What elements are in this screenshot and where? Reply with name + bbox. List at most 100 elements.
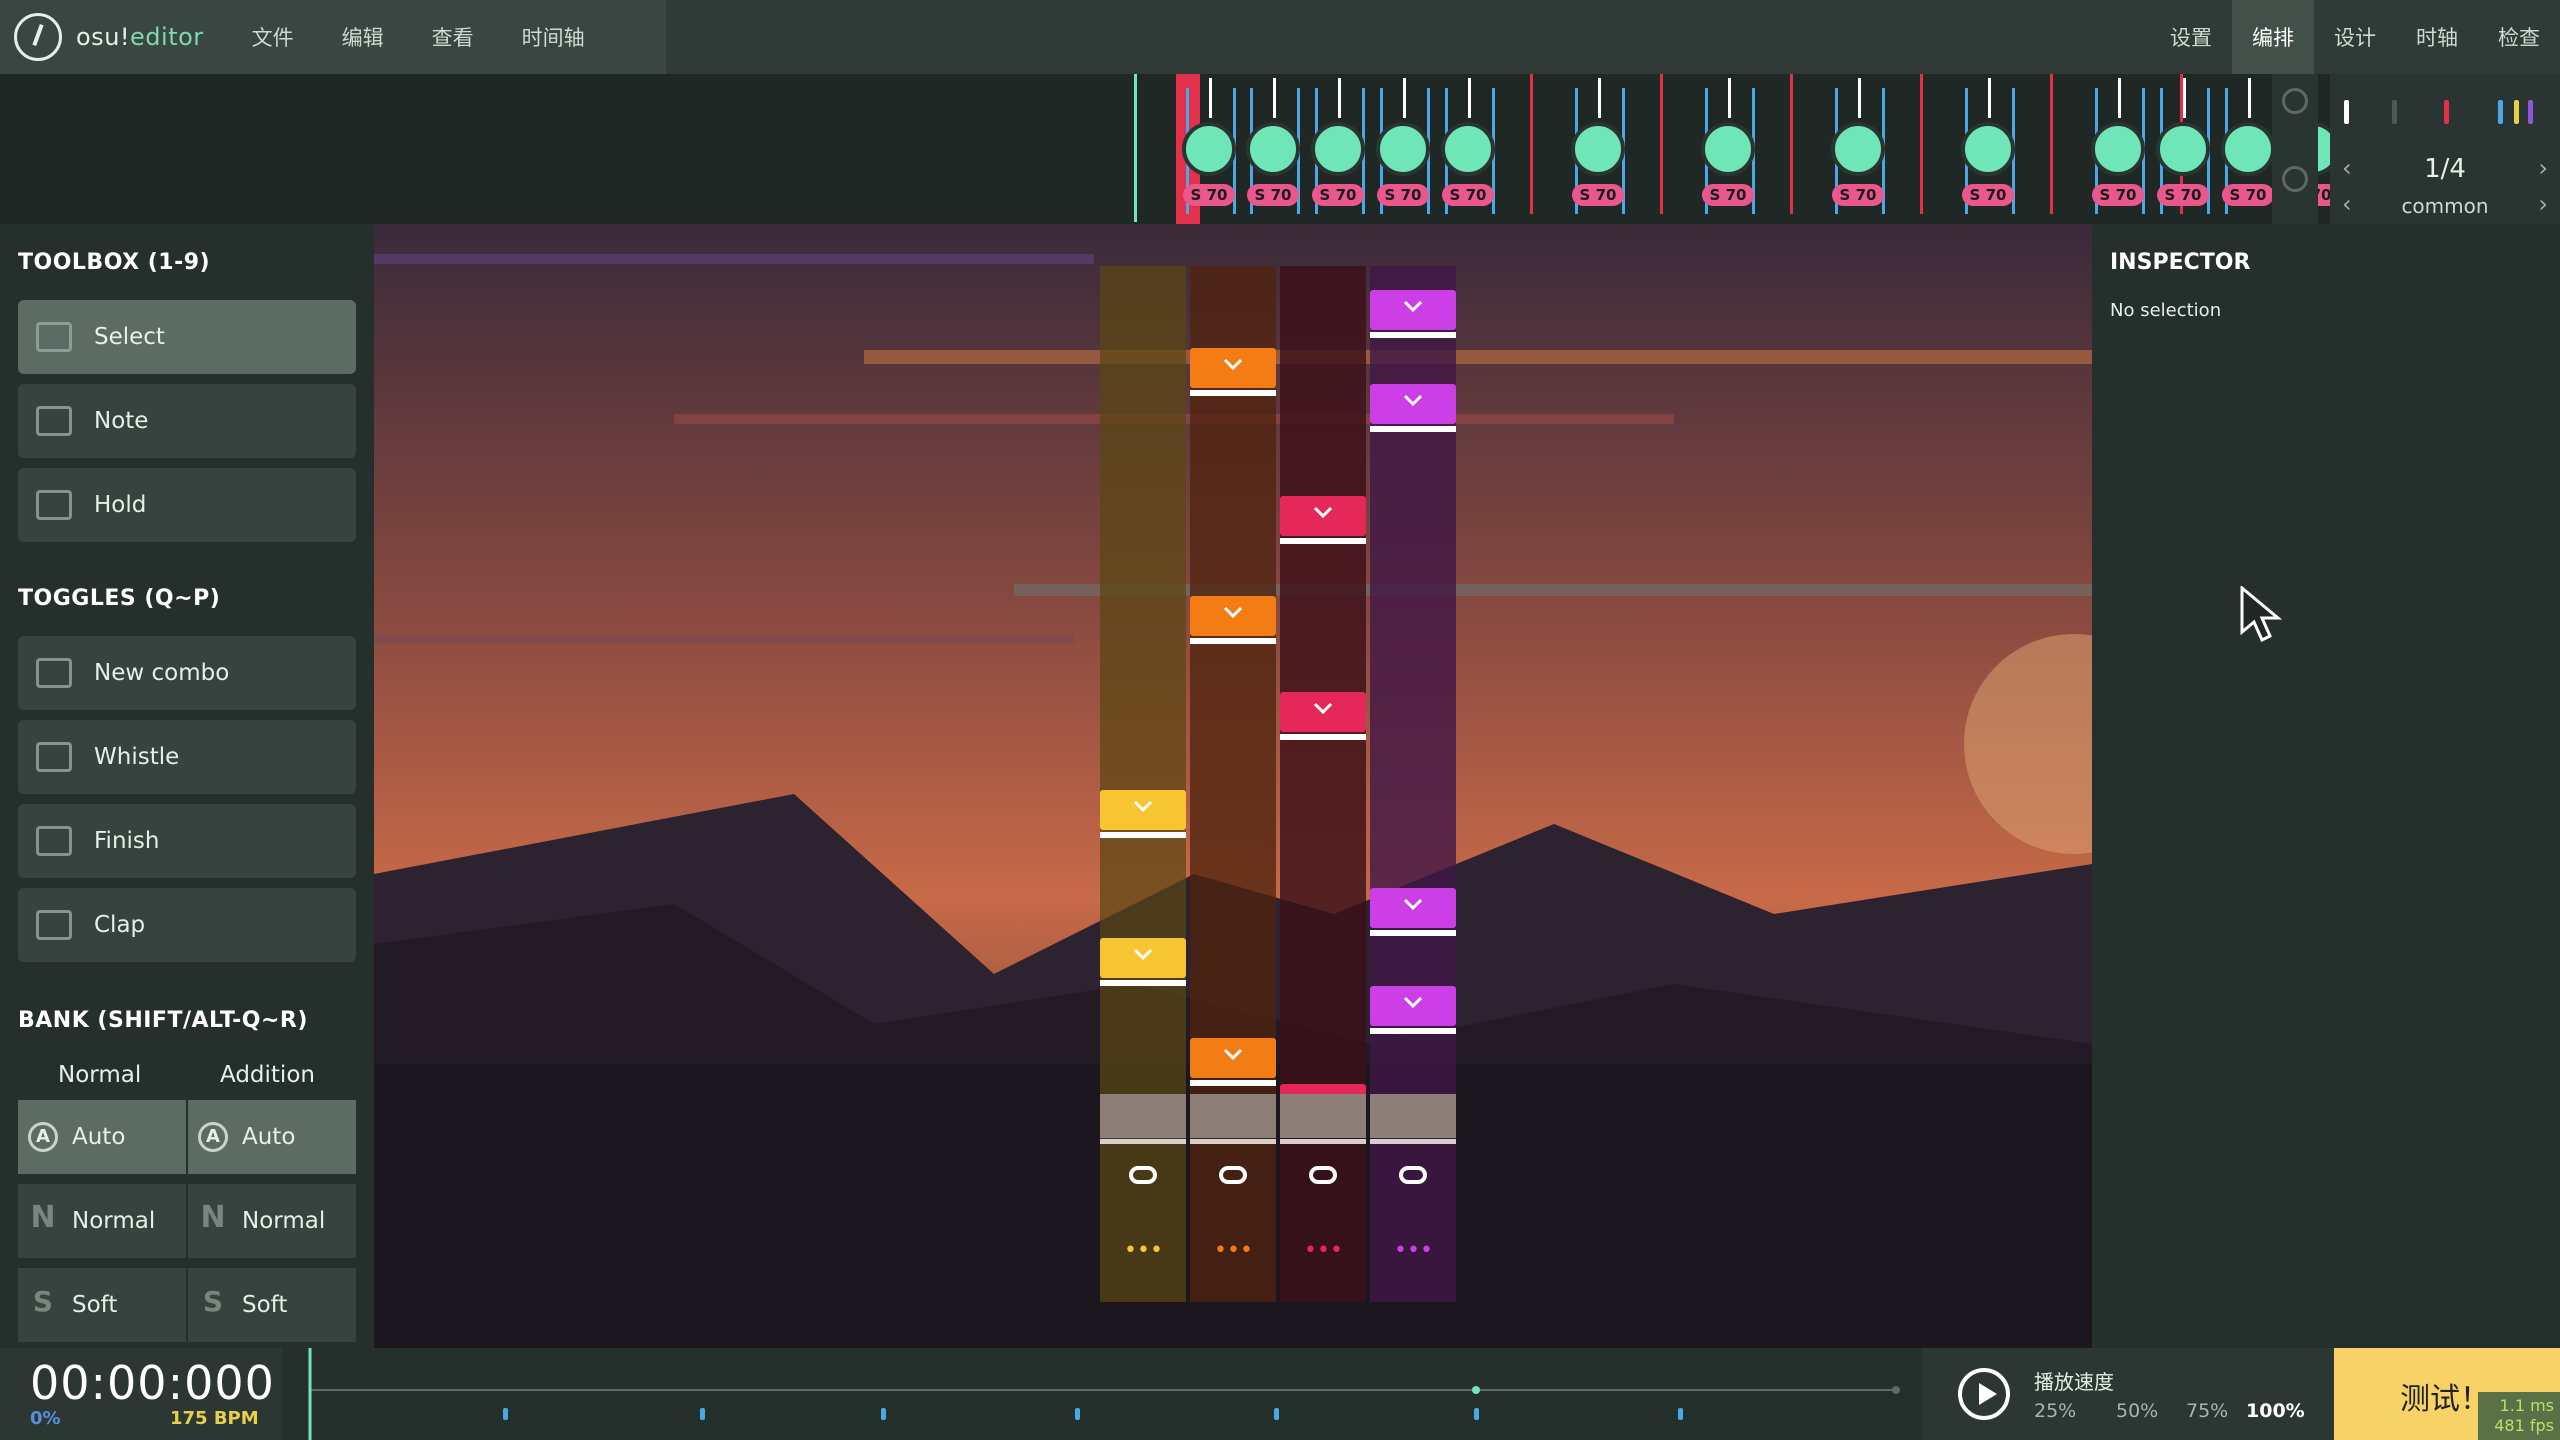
sample-badge[interactable]: S 70 [1442,184,1494,206]
chevron-down-icon [1223,606,1243,618]
tab-verify[interactable]: 检查 [2478,0,2560,74]
timeline-tick [1728,78,1731,118]
beat-tick-yellow [2514,100,2519,124]
bottom-bar: 00:00:000 0% 175 BPM 播放速度 25% 50% 75% 10… [0,1348,2560,1440]
bank-normal-header: Normal [58,1062,142,1088]
note[interactable] [1370,290,1456,338]
beat-tick-purple [2528,100,2533,124]
key-ring-icon [1129,1166,1157,1184]
note-icon [36,406,72,436]
note[interactable] [1190,596,1276,644]
timeline-tick [1530,74,1533,214]
app-brand: osu!editor [76,23,204,51]
sample-badge[interactable]: S 70 [2092,184,2144,206]
note[interactable] [1370,888,1456,936]
sample-badge[interactable]: S 70 [1832,184,1884,206]
hold-icon [36,490,72,520]
toggle-whistle-button[interactable]: Whistle [18,720,356,794]
timeline-tick [2183,78,2186,118]
note[interactable] [1190,1038,1276,1086]
timeline-note-knob[interactable] [1246,122,1300,176]
sample-badge[interactable]: S 70 [2157,184,2209,206]
timeline-note-knob[interactable] [1182,122,1236,176]
timeline-note-knob[interactable] [1701,122,1755,176]
rate-75-option[interactable]: 75% [2186,1400,2228,1422]
chevron-down-icon [1223,1048,1243,1060]
normal-bank-icon: N [30,1200,56,1235]
rate-100-option[interactable]: 100% [2246,1400,2305,1422]
inspector-title: INSPECTOR [2110,250,2251,275]
sample-badge[interactable]: S 70 [1312,184,1364,206]
sample-badge[interactable]: S 70 [2222,184,2274,206]
note[interactable] [1190,348,1276,396]
timeline-tick [1660,74,1663,214]
menu-file[interactable]: 文件 [252,22,294,52]
timeline-note-knob[interactable] [1376,122,1430,176]
menu-view[interactable]: 查看 [432,22,474,52]
tab-setup[interactable]: 设置 [2150,0,2232,74]
zoom-out-icon[interactable] [2282,166,2308,192]
timeline-tick [1858,78,1861,118]
beat-divisor-panel: ‹ › 1/4 ‹ › common [2330,74,2560,224]
summary-timeline[interactable] [300,1348,1910,1440]
chevron-down-icon [1313,702,1333,714]
note[interactable] [1100,938,1186,986]
bank-addition-auto-button[interactable]: A Auto [188,1100,356,1174]
timeline-note-knob[interactable] [2221,122,2275,176]
menu-bar: osu!editor 文件 编辑 查看 时间轴 设置 编排 设计 时轴 检查 [0,0,2560,74]
note[interactable] [1280,496,1366,544]
column-dots-icon: ••• [1304,1238,1343,1263]
sample-badge[interactable]: S 70 [1962,184,2014,206]
select-cursor-icon [36,322,72,352]
bank-normal-soft-button[interactable]: S Soft [18,1268,186,1342]
note[interactable] [1370,986,1456,1034]
playfield[interactable]: ••• ••• ••• ••• [374,224,2092,1348]
toggle-new-combo-button[interactable]: New combo [18,636,356,710]
zoom-in-icon[interactable] [2282,88,2308,114]
timeline-note-knob[interactable] [1311,122,1365,176]
note[interactable] [1100,790,1186,838]
sample-badge[interactable]: S 70 [1377,184,1429,206]
note-column[interactable]: ••• [1190,266,1276,1302]
timeline-note-knob[interactable] [2091,122,2145,176]
bank-addition-soft-button[interactable]: S Soft [188,1268,356,1342]
sample-badge[interactable]: S 70 [1702,184,1754,206]
timeline-note-knob[interactable] [2156,122,2210,176]
timeline-tick [1468,78,1471,118]
timeline-tick [2118,78,2121,118]
menu-edit[interactable]: 编辑 [342,22,384,52]
tool-hold-button[interactable]: Hold [18,468,356,542]
note-column[interactable]: ••• [1280,266,1366,1302]
top-timeline[interactable]: S 70 S 70 S 70 S 70 S 70 S 70 S 70 S 70 S 70 S 70… [1130,74,2340,224]
tab-timing[interactable]: 时轴 [2396,0,2478,74]
note[interactable] [1280,692,1366,740]
rate-50-option[interactable]: 50% [2116,1400,2158,1422]
sample-badge[interactable]: S 70 [1183,184,1235,206]
toggle-clap-button[interactable]: Clap [18,888,356,962]
chevron-down-icon [1313,506,1333,518]
finish-cymbal-icon [36,826,72,856]
tool-select-button[interactable]: Select [18,300,356,374]
sample-badge[interactable]: S 70 [1572,184,1624,206]
tab-compose[interactable]: 编排 [2232,0,2314,74]
bank-addition-normal-button[interactable]: N Normal [188,1184,356,1258]
note-column[interactable]: ••• [1370,266,1456,1302]
soft-bank-icon: S [32,1285,54,1318]
play-icon[interactable] [1958,1368,2010,1420]
timeline-note-knob[interactable] [1441,122,1495,176]
rate-25-option[interactable]: 25% [2034,1400,2076,1422]
timeline-note-knob[interactable] [1961,122,2015,176]
bank-normal-auto-button[interactable]: A Auto [18,1100,186,1174]
tool-note-button[interactable]: Note [18,384,356,458]
bank-normal-normal-button[interactable]: N Normal [18,1184,186,1258]
test-play-button[interactable]: 测试！ 1.1 ms 481 fps [2334,1348,2560,1440]
timeline-note-knob[interactable] [1831,122,1885,176]
sample-badge[interactable]: S 70 [1247,184,1299,206]
note-column[interactable]: ••• [1100,266,1186,1302]
timeline-note-knob[interactable] [1571,122,1625,176]
menu-timing[interactable]: 时间轴 [522,22,585,52]
tab-design[interactable]: 设计 [2314,0,2396,74]
note[interactable] [1370,384,1456,432]
toggle-finish-button[interactable]: Finish [18,804,356,878]
chevron-down-icon [1403,394,1423,406]
